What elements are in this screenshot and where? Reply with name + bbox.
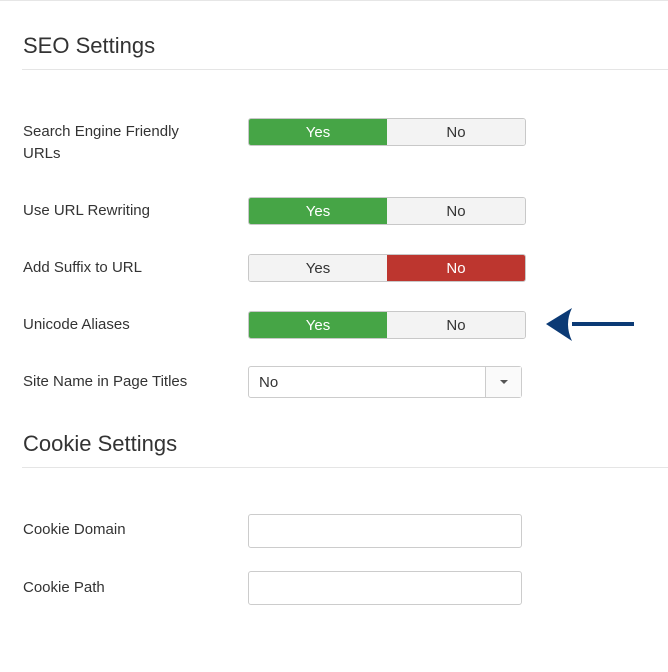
divider: [22, 467, 668, 468]
unicode-aliases-label: Unicode Aliases: [23, 316, 130, 333]
yes-option[interactable]: Yes: [249, 312, 387, 338]
seo-settings-heading: SEO Settings: [23, 33, 156, 58]
url-rewriting-toggle[interactable]: Yes No: [248, 197, 526, 225]
no-option[interactable]: No: [387, 119, 525, 145]
no-option[interactable]: No: [387, 312, 525, 338]
no-option[interactable]: No: [387, 198, 525, 224]
cookie-domain-input[interactable]: [248, 514, 522, 548]
yes-option[interactable]: Yes: [249, 119, 387, 145]
arrow-left-icon: [546, 308, 634, 341]
sef-urls-label: Search Engine Friendly URLs: [23, 123, 179, 162]
unicode-aliases-toggle[interactable]: Yes No: [248, 311, 526, 339]
cookie-path-label: Cookie Path: [23, 579, 105, 596]
sef-urls-toggle[interactable]: Yes No: [248, 118, 526, 146]
site-name-label: Site Name in Page Titles: [23, 373, 188, 390]
yes-option[interactable]: Yes: [249, 198, 387, 224]
cookie-domain-label: Cookie Domain: [23, 521, 126, 538]
top-divider: [0, 0, 668, 1]
cookie-path-input[interactable]: [248, 571, 522, 605]
chevron-down-icon[interactable]: [485, 367, 521, 397]
no-option[interactable]: No: [387, 255, 525, 281]
cookie-settings-heading: Cookie Settings: [23, 431, 178, 456]
add-suffix-toggle[interactable]: Yes No: [248, 254, 526, 282]
url-rewriting-label: Use URL Rewriting: [23, 202, 150, 219]
selected-value: No: [259, 373, 279, 391]
site-name-select[interactable]: No: [248, 366, 522, 398]
add-suffix-label: Add Suffix to URL: [23, 259, 142, 276]
yes-option[interactable]: Yes: [249, 255, 387, 281]
divider: [22, 69, 668, 70]
